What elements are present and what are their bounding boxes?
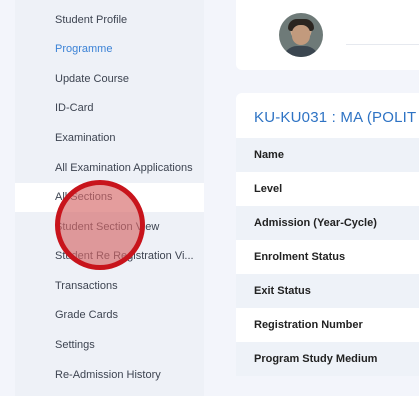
sidebar: Student Profile Programme Update Course … [15,0,204,396]
field-label-admission: Admission (Year-Cycle) [236,206,419,240]
sidebar-item-settings[interactable]: Settings [15,331,204,360]
sidebar-item-all-sections[interactable]: All Sections [15,183,204,212]
field-label-exit-status: Exit Status [236,274,419,308]
field-label-name: Name [236,138,419,172]
course-title: KU-KU031 : MA (POLIT [254,109,417,126]
sidebar-item-re-admission-history[interactable]: Re-Admission History [15,361,204,390]
profile-card [236,0,419,70]
sidebar-item-student-profile[interactable]: Student Profile [15,6,204,35]
field-label-registration-number: Registration Number [254,319,363,331]
field-label-level: Level [254,183,283,195]
field-label-enrolment-status: Enrolment Status [254,251,346,263]
sidebar-item-grade-cards[interactable]: Grade Cards [15,301,204,330]
sidebar-item-id-card[interactable]: ID-Card [15,94,204,123]
sidebar-item-programme[interactable]: Programme [15,35,204,64]
sidebar-item-transactions[interactable]: Transactions [15,272,204,301]
avatar[interactable] [279,13,323,57]
divider [346,44,419,45]
field-label-program-study-medium: Program Study Medium [236,342,419,376]
sidebar-item-examination[interactable]: Examination [15,124,204,153]
programme-details-card: KU-KU031 : MA (POLIT Name Level Admissio… [236,93,419,376]
sidebar-item-all-examination-applications[interactable]: All Examination Applications [15,154,204,183]
sidebar-item-student-section-view[interactable]: Student Section View [15,213,204,242]
sidebar-item-update-course[interactable]: Update Course [15,65,204,94]
sidebar-item-student-re-registration[interactable]: Student Re Registration Vi... [15,242,204,271]
